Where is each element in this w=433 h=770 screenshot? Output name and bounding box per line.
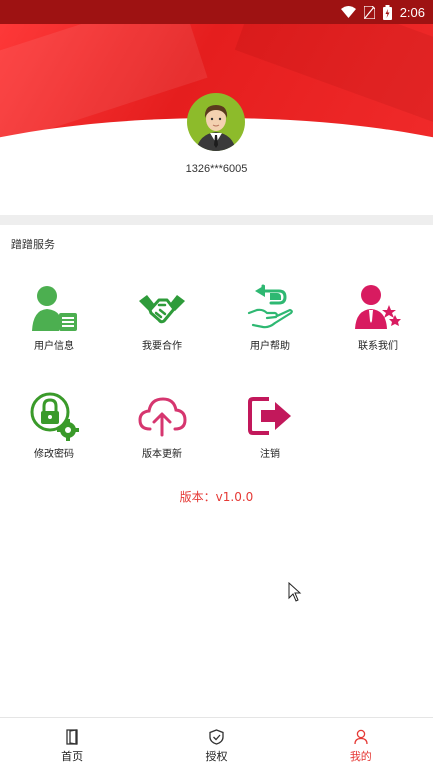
grid-item-logout[interactable]: 注销 (216, 391, 324, 460)
version-text: 版本：v1.0.0 (179, 490, 254, 504)
tab-label: 我的 (349, 750, 372, 763)
person-icon (354, 729, 368, 745)
help-hand-icon (247, 284, 293, 329)
grid-item-user-help[interactable]: 用户帮助 (216, 283, 324, 352)
grid-label: 修改密码 (34, 449, 74, 460)
tab-label: 授权 (205, 750, 228, 763)
tab-home[interactable]: 首页 (0, 718, 144, 770)
door-icon (66, 729, 78, 745)
logout-icon (248, 397, 291, 435)
grid-label: 联系我们 (358, 341, 398, 352)
clock: 2:06 (399, 4, 425, 20)
battery-icon (382, 4, 392, 20)
user-phone: 1326***6005 (185, 163, 248, 175)
mouse-cursor-icon (288, 582, 302, 602)
tab-authorize[interactable]: 授权 (144, 718, 288, 770)
contact-icon (355, 285, 401, 329)
avatar[interactable] (187, 93, 245, 151)
bottom-tab-bar: 首页 授权 我的 (0, 717, 433, 770)
grid-label: 用户帮助 (250, 341, 290, 352)
avatar-person-icon (196, 105, 236, 151)
grid-item-user-info[interactable]: 用户信息 (0, 283, 108, 352)
grid-label: 我要合作 (142, 341, 182, 352)
tab-mine[interactable]: 我的 (289, 718, 433, 770)
grid-item-cooperate[interactable]: 我要合作 (108, 283, 216, 352)
no-sim-icon (363, 5, 375, 19)
status-bar: 2:06 (0, 0, 433, 24)
grid-item-version-update[interactable]: 版本更新 (108, 391, 216, 460)
handshake-icon (139, 295, 185, 324)
section-divider (0, 215, 433, 225)
grid-label: 版本更新 (142, 449, 182, 460)
grid-item-contact[interactable]: 联系我们 (324, 283, 432, 352)
user-info-icon (32, 286, 77, 331)
wifi-icon (340, 6, 356, 18)
shield-icon (209, 729, 224, 745)
grid-item-change-password[interactable]: 修改密码 (0, 391, 108, 460)
lock-gear-icon (30, 392, 79, 441)
grid-label: 注销 (260, 449, 280, 460)
cloud-upload-icon (138, 397, 187, 437)
tab-label: 首页 (61, 750, 84, 763)
grid-label: 用户信息 (34, 341, 74, 352)
service-section-title: 蹭蹭服务 (11, 238, 55, 251)
